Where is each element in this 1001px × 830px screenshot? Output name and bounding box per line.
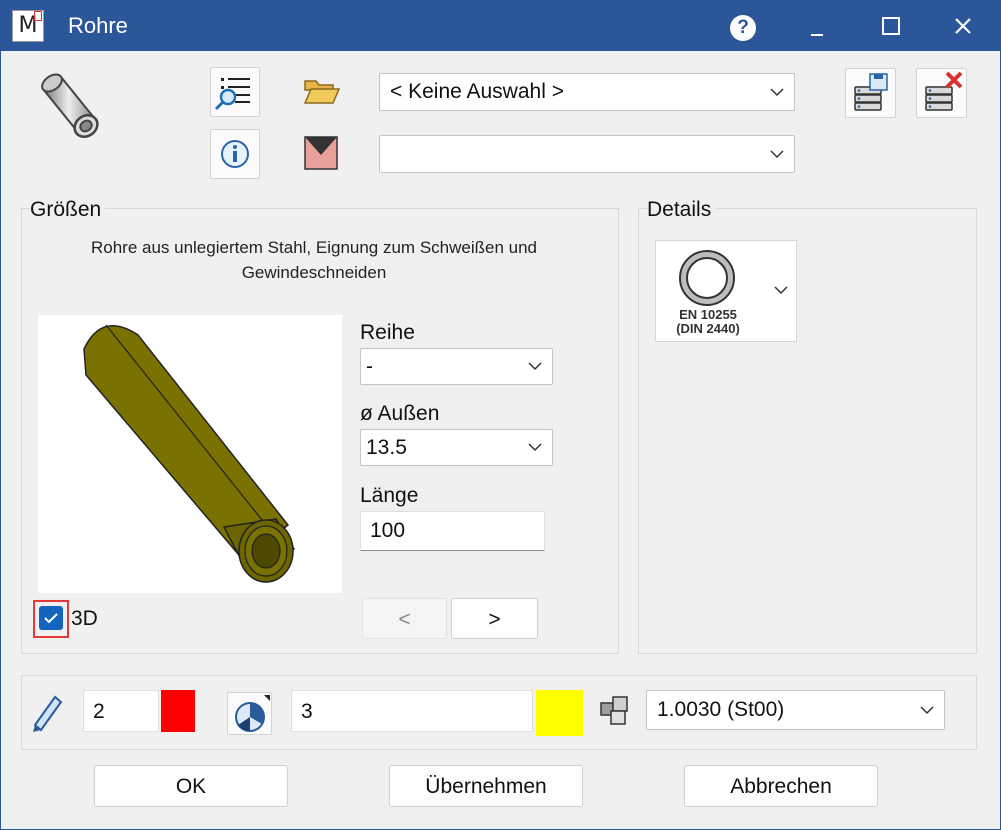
- help-icon: ?: [730, 15, 756, 41]
- apply-button[interactable]: Übernehmen: [389, 765, 583, 807]
- outer-diameter-value: 13.5: [366, 436, 407, 459]
- info-icon: [221, 140, 249, 168]
- catalog-select[interactable]: < Keine Auswahl >: [379, 73, 795, 111]
- pen-value-input[interactable]: 2: [83, 690, 159, 732]
- reihe-label: Reihe: [360, 321, 415, 344]
- norm-line2: (DIN 2440): [676, 321, 740, 336]
- chevron-down-icon: [528, 362, 542, 371]
- cancel-button[interactable]: Abbrechen: [684, 765, 878, 807]
- previous-size-button[interactable]: <: [362, 598, 447, 639]
- next-size-button[interactable]: >: [451, 598, 538, 639]
- pen-color-swatch[interactable]: [161, 690, 195, 732]
- secondary-select[interactable]: [379, 135, 795, 173]
- close-button[interactable]: [933, 1, 993, 51]
- search-list-icon: [214, 78, 250, 111]
- title-bar[interactable]: M Rohre ?: [1, 1, 1000, 51]
- minimize-icon: [811, 34, 823, 36]
- app-logo-icon: M: [12, 10, 44, 42]
- material-value: 1.0030 (St00): [657, 698, 785, 721]
- layer-pie-icon: [235, 695, 270, 732]
- search-list-button[interactable]: [210, 67, 260, 117]
- reihe-select[interactable]: -: [360, 348, 553, 385]
- details-group-label: Details: [647, 198, 716, 222]
- help-button[interactable]: ?: [713, 1, 773, 51]
- checkbox-3d[interactable]: [39, 606, 63, 630]
- chevron-down-icon: [920, 706, 934, 715]
- delete-database-button[interactable]: [916, 68, 967, 118]
- chevron-down-icon: [770, 88, 784, 97]
- pipe-3d-image: [83, 324, 296, 583]
- length-input[interactable]: 100: [360, 511, 545, 551]
- sizes-group-label: Größen: [30, 198, 106, 222]
- save-database-icon: [854, 73, 888, 111]
- layer-color-swatch[interactable]: [536, 690, 583, 736]
- window-title: Rohre: [68, 13, 128, 38]
- catalog-select-value: < Keine Auswahl >: [390, 80, 564, 103]
- outer-diameter-select[interactable]: 13.5: [360, 429, 553, 466]
- info-button[interactable]: [210, 129, 260, 179]
- close-icon: [955, 18, 971, 34]
- norm-line1: EN 10255: [679, 307, 737, 322]
- rohre-dialog: M Rohre ? < Keine Auswahl > Größen Rohre…: [0, 0, 1001, 830]
- pipe-type-icon: [41, 73, 99, 138]
- pipe-preview: [38, 315, 342, 593]
- delete-database-icon: [925, 71, 963, 111]
- norm-selector[interactable]: EN 10255 (DIN 2440): [655, 240, 797, 342]
- pen-icon[interactable]: [29, 691, 63, 733]
- checkbox-3d-label: 3D: [71, 607, 98, 630]
- checkmark-icon: [44, 613, 58, 624]
- envelope-icon[interactable]: [304, 136, 338, 170]
- layer-button[interactable]: [227, 692, 272, 735]
- reihe-value: -: [366, 355, 373, 378]
- length-label: Länge: [360, 484, 419, 507]
- minimize-button[interactable]: [788, 1, 848, 51]
- outer-diameter-label: ø Außen: [360, 402, 440, 425]
- maximize-icon: [882, 17, 900, 35]
- chevron-down-icon: [528, 443, 542, 452]
- ok-button[interactable]: OK: [94, 765, 288, 807]
- layer-value-input[interactable]: 3: [291, 690, 533, 732]
- save-database-button[interactable]: [845, 68, 896, 118]
- maximize-button[interactable]: [861, 1, 921, 51]
- chevron-down-icon: [770, 150, 784, 159]
- open-folder-icon[interactable]: [303, 77, 341, 107]
- pipe-cross-section-icon: [679, 250, 735, 306]
- material-select[interactable]: 1.0030 (St00): [646, 690, 945, 730]
- material-icon: [600, 696, 628, 725]
- sizes-description: Rohre aus unlegiertem Stahl, Eignung zum…: [90, 238, 538, 282]
- chevron-down-icon: [774, 286, 788, 295]
